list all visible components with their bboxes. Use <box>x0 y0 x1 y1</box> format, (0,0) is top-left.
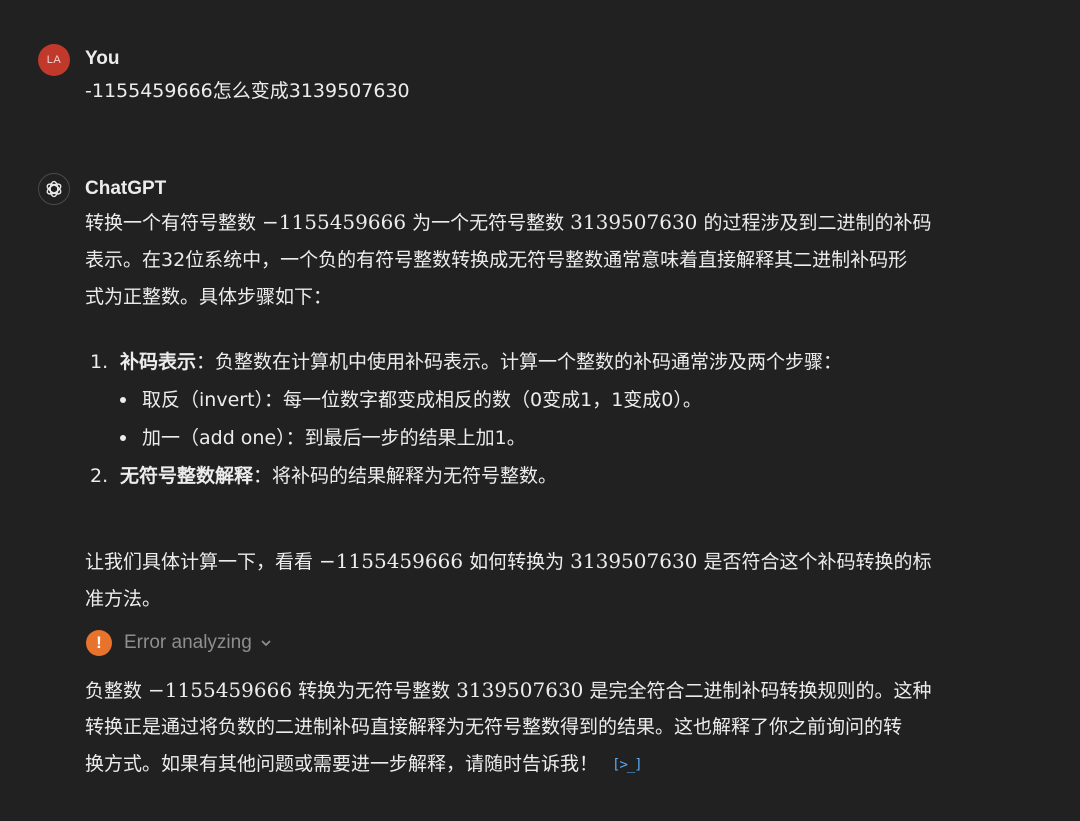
assistant-author-name: ChatGPT <box>85 178 167 199</box>
user-author-name: You <box>85 48 120 69</box>
text-segment: 负整数 <box>85 680 149 702</box>
paragraph-3-line-2: 转换正是通过将负数的二进制补码直接解释为无符号整数得到的结果。这也解释了你之前询… <box>85 716 903 738</box>
list-item-2-number: 2. <box>90 465 109 487</box>
warning-icon: ! <box>86 630 112 656</box>
math-number: 3139507630 <box>570 549 698 573</box>
bullet-dot <box>120 397 126 403</box>
text-segment: 让我们具体计算一下，看看 <box>85 551 320 573</box>
sub-item-invert: 取反（invert）：每一位数字都变成相反的数（0变成1，1变成0）。 <box>142 389 702 411</box>
list-item-1-text: ：负整数在计算机中使用补码表示。计算一个整数的补码通常涉及两个步骤： <box>196 351 843 373</box>
list-item-2-text: ：将补码的结果解释为无符号整数。 <box>253 465 558 487</box>
text-segment: 如何转换为 <box>463 551 571 573</box>
sub-item-add-one: 加一（add one）：到最后一步的结果上加1。 <box>142 427 526 449</box>
view-analysis-code-icon[interactable]: [>_] <box>612 755 643 775</box>
error-analyzing-label: Error analyzing <box>124 632 252 653</box>
math-number: 3139507630 <box>456 678 584 702</box>
list-item-2: 无符号整数解释：将补码的结果解释为无符号整数。 <box>120 461 557 491</box>
list-item-1-number: 1. <box>90 351 109 373</box>
text-segment: 转换一个有符号整数 <box>85 212 263 234</box>
paragraph-3-line-1: 负整数 −1155459666 转换为无符号整数 3139507630 是完全符… <box>85 675 931 706</box>
error-analyzing-toggle[interactable]: ! Error analyzing <box>86 629 272 657</box>
paragraph-2-line-2: 准方法。 <box>85 588 162 610</box>
math-number: 3139507630 <box>570 210 698 234</box>
openai-logo-icon <box>46 180 62 198</box>
user-message-text: -1155459666怎么变成3139507630 <box>85 80 410 102</box>
text-segment: 转换为无符号整数 <box>292 680 457 702</box>
paragraph-3-line-3: 换方式。如果有其他问题或需要进一步解释，请随时告诉我！ [>_] <box>85 749 643 779</box>
text-segment: 换方式。如果有其他问题或需要进一步解释，请随时告诉我！ <box>85 753 599 775</box>
list-item-1: 补码表示：负整数在计算机中使用补码表示。计算一个整数的补码通常涉及两个步骤： <box>120 347 842 377</box>
math-number: −1155459666 <box>262 210 407 234</box>
math-number: −1155459666 <box>148 678 293 702</box>
chevron-down-icon <box>260 637 272 649</box>
user-avatar-initials: LA <box>46 54 62 66</box>
paragraph-1-line-1: 转换一个有符号整数 −1155459666 为一个无符号整数 313950763… <box>85 207 931 238</box>
list-item-1-title: 补码表示 <box>120 351 197 373</box>
bullet-dot <box>120 435 126 441</box>
assistant-avatar <box>38 173 70 205</box>
text-segment: 的过程涉及到二进制的补码 <box>697 212 932 234</box>
paragraph-1-line-3: 式为正整数。具体步骤如下： <box>85 286 333 308</box>
math-number: −1155459666 <box>319 549 464 573</box>
text-segment: 是完全符合二进制补码转换规则的。这种 <box>583 680 932 702</box>
text-segment: 为一个无符号整数 <box>406 212 571 234</box>
list-item-2-title: 无符号整数解释 <box>120 465 254 487</box>
paragraph-1-line-2: 表示。在32位系统中，一个负的有符号整数转换成无符号整数通常意味着直接解释其二进… <box>85 249 908 271</box>
text-segment: 是否符合这个补码转换的标 <box>697 551 932 573</box>
paragraph-2-line-1: 让我们具体计算一下，看看 −1155459666 如何转换为 313950763… <box>85 546 931 577</box>
user-avatar[interactable]: LA <box>38 44 70 76</box>
